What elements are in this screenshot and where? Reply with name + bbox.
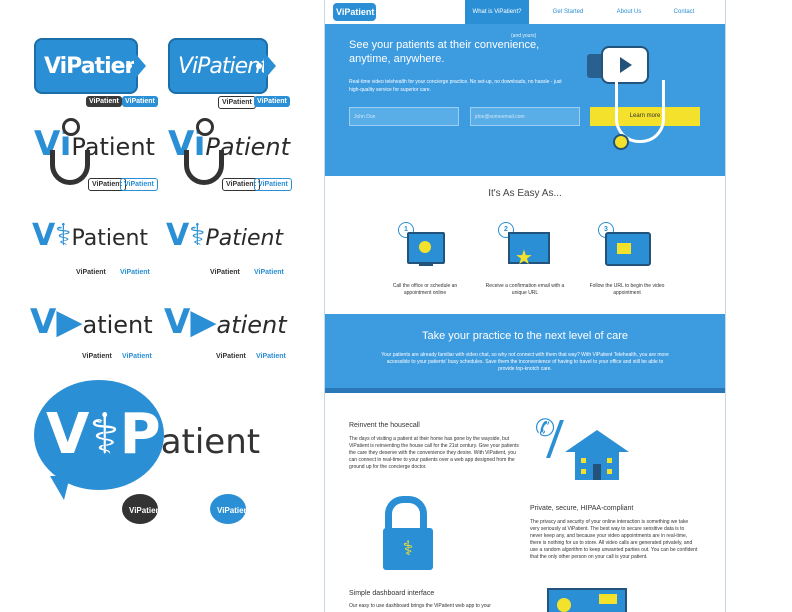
logo-tag-1: ViPatient <box>34 38 150 94</box>
logo-tag-text: ViPatient <box>178 54 269 79</box>
camera-icon <box>617 243 631 254</box>
window-icon <box>581 458 586 463</box>
window-icon <box>607 458 612 463</box>
logo-v: V <box>46 402 90 467</box>
website-mockup: ViPatient What is ViPatient? Get Started… <box>324 0 726 612</box>
email-field[interactable]: jdoe@someemail.com <box>470 107 580 126</box>
logo-mini-outline: ViPatient <box>116 266 154 279</box>
logo-mini-outline: ViPatient <box>78 350 116 363</box>
feature-1-title: Reinvent the housecall <box>349 422 420 429</box>
video-chat-icon <box>605 232 651 266</box>
logo-tag-text: ViPatient <box>44 54 150 79</box>
monitor-stand-icon <box>419 262 433 266</box>
logo-mini-bubble-blue: ViPatient <box>217 506 252 515</box>
name-field[interactable]: John Doe <box>349 107 459 126</box>
nav-contact[interactable]: Contact <box>659 0 709 24</box>
dashboard-tile-icon <box>599 594 617 604</box>
logo-mini-blue: ViPatient <box>122 96 158 107</box>
hero-section: (and yours) See your patients at their c… <box>325 24 725 176</box>
house-icon <box>575 452 619 480</box>
feature-1-body: The days of visiting a patient at their … <box>349 436 519 470</box>
logo-rest-lower: atient <box>160 422 261 462</box>
caduceus-icon: ⚕ <box>402 538 414 560</box>
window-icon <box>607 469 612 474</box>
window-icon <box>581 469 586 474</box>
caduceus-icon: ⚕ <box>89 402 120 467</box>
logo-mini-blue: ViPatient <box>254 96 290 107</box>
tag-hole-icon <box>126 63 132 69</box>
play-triangle-icon <box>620 57 632 73</box>
stethoscope-icon <box>184 150 224 185</box>
logo-rest: Patient <box>71 226 149 251</box>
logo-mini-outline: ViPatient <box>206 266 244 279</box>
logo-play-1: V▶atient <box>30 302 153 342</box>
speech-bubble-tail <box>50 476 70 500</box>
clock-icon <box>557 598 571 612</box>
stethoscope-head-icon <box>196 118 214 136</box>
stethoscope-icon <box>50 150 90 185</box>
caduceus-icon: ⚕ <box>55 218 72 253</box>
steps-title: It's As Easy As... <box>488 188 562 199</box>
logo-caduceus-1: V⚕Patient <box>32 218 148 253</box>
hero-body: Real-time video telehealth for your conc… <box>349 79 562 93</box>
logo-mini-outline: ViPatient <box>252 350 290 363</box>
feature-3-title: Simple dashboard interface <box>349 590 435 597</box>
hero-headline: See your patients at their convenience, … <box>349 39 540 65</box>
stethoscope-head-icon <box>62 118 80 136</box>
caduceus-icon: ⚕ <box>189 218 206 253</box>
logo-p: P <box>119 402 161 467</box>
feature-3-body: Our easy to use dashboard brings the ViP… <box>349 603 491 609</box>
top-nav-bar: ViPatient What is ViPatient? Get Started… <box>325 0 725 25</box>
section-divider <box>325 388 725 393</box>
stethoscope-chestpiece-icon <box>613 134 629 150</box>
logo-play-2: V▶atient <box>164 302 287 342</box>
logo-rest-lower: atient <box>216 311 287 339</box>
logo-mini-outline: ViPatient <box>120 178 158 191</box>
logo-rest-lower: atient <box>82 311 153 339</box>
logo-mini-outline: ViPatient <box>212 350 250 363</box>
house-roof-icon <box>565 430 629 452</box>
nav-about-us[interactable]: About Us <box>605 0 653 24</box>
logo-caduceus-2: V⚕Patient <box>166 218 283 253</box>
band-title: Take your practice to the next level of … <box>421 330 629 342</box>
dashboard-icon <box>547 588 627 612</box>
logo-mini-outline: ViPatient <box>254 178 292 191</box>
logo-v: V <box>32 218 56 253</box>
nav-get-started[interactable]: Get Started <box>539 0 597 24</box>
clock-icon <box>419 241 431 253</box>
logo-mini-outline: ViPatient <box>72 266 110 279</box>
step-3-text: Follow the URL to begin the video appoin… <box>589 283 665 296</box>
door-icon <box>593 464 601 480</box>
logo-mini-bubble-dark: ViPatient <box>129 506 164 515</box>
logo-mini-outline: ViPatient <box>218 96 256 109</box>
logo-rest: Patient <box>205 226 284 251</box>
logo-v: V <box>30 302 57 342</box>
logo-v: V <box>166 218 190 253</box>
logo-v: V <box>164 302 191 342</box>
logo-mini-outline: ViPatient <box>250 266 288 279</box>
logo-mini-dark: ViPatient <box>86 96 122 107</box>
feature-2-body: The privacy and security of your online … <box>530 519 698 560</box>
logo-tag-2: ViPatient <box>168 38 276 94</box>
monitor-clock-icon <box>407 232 445 264</box>
band-body: Your patients are already familiar with … <box>381 352 669 372</box>
step-1-text: Call the office or schedule an appointme… <box>392 283 458 296</box>
logo-mini-outline: ViPatient <box>118 350 156 363</box>
step-2-text: Receive a confirmation email with a uniq… <box>485 283 565 296</box>
video-play-icon <box>601 46 649 84</box>
brand-logo[interactable]: ViPatient <box>333 3 376 21</box>
next-level-band: Take your practice to the next level of … <box>325 314 725 388</box>
tag-hole-icon <box>256 63 262 69</box>
play-icon: ▶ <box>190 302 217 342</box>
feature-2-title: Private, secure, HIPAA-compliant <box>530 505 634 512</box>
nav-what-is[interactable]: What is ViPatient? <box>465 0 529 24</box>
padlock-icon: ⚕ <box>383 528 433 570</box>
star-icon: ★ <box>515 247 533 269</box>
logo-bubble-large: V⚕Patient <box>46 402 260 467</box>
play-icon: ▶ <box>56 302 83 342</box>
